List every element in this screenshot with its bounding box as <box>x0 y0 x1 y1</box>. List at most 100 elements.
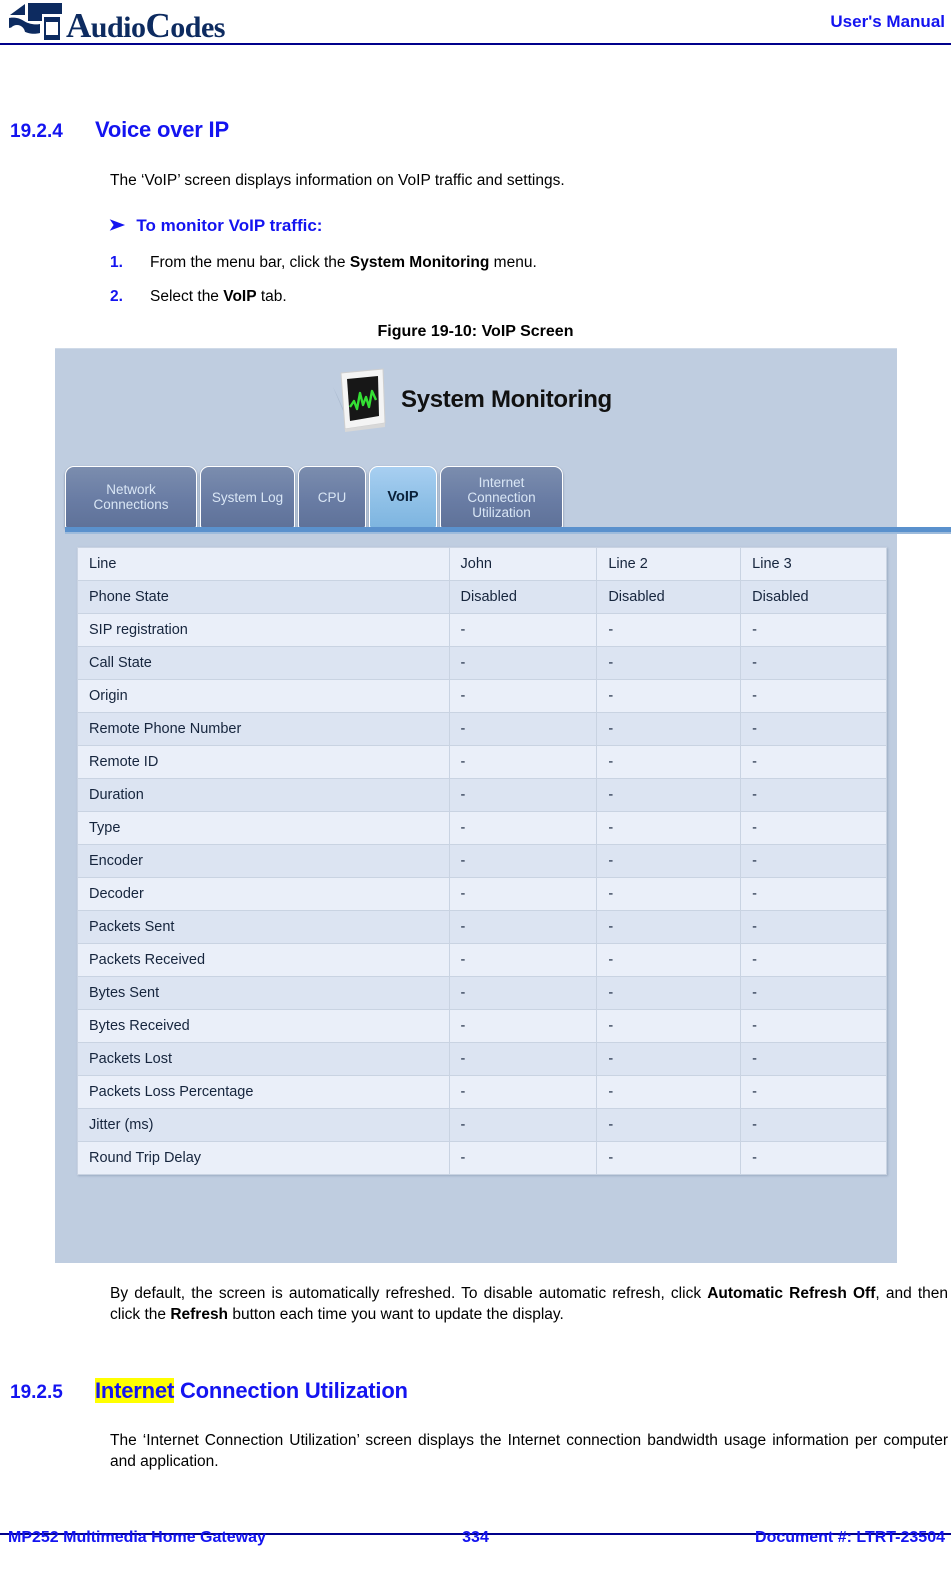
row-value-line3: - <box>740 613 887 647</box>
row-label: Jitter (ms) <box>77 1108 450 1142</box>
row-value-line2: - <box>596 1108 742 1142</box>
row-value-line2: Disabled <box>596 580 742 614</box>
row-label: Packets Loss Percentage <box>77 1075 450 1109</box>
highlighted-word: Internet <box>95 1378 175 1403</box>
table-row: Packets Lost - - - <box>77 1042 887 1076</box>
table-row: Bytes Sent - - - <box>77 976 887 1010</box>
section-title-rest: Connection Utilization <box>174 1378 408 1403</box>
audiocodes-logo-icon <box>8 2 64 42</box>
tab-label: VoIP <box>387 488 419 505</box>
after-figure-paragraph: By default, the screen is automatically … <box>110 1283 948 1325</box>
tab-cpu[interactable]: CPU <box>298 466 366 528</box>
row-label: Bytes Received <box>77 1009 450 1043</box>
row-value-line3: - <box>740 778 887 812</box>
table-row: Bytes Received - - - <box>77 1009 887 1043</box>
row-value-line2: - <box>596 976 742 1010</box>
row-value-line2: Line 2 <box>596 547 742 581</box>
row-value-line1: - <box>448 976 598 1010</box>
row-value-line2: - <box>596 778 742 812</box>
monitor-graph-icon <box>327 367 391 433</box>
row-value-line1: - <box>448 745 598 779</box>
row-value-line1: - <box>448 1075 598 1109</box>
section-heading-internet-connection-utilization: 19.2.5 Internet Connection Utilization <box>0 1378 951 1404</box>
row-label: Packets Sent <box>77 910 450 944</box>
header-doc-type: User's Manual <box>830 12 945 31</box>
row-label: Packets Lost <box>77 1042 450 1076</box>
procedure-heading-label: To monitor VoIP traffic: <box>136 216 323 235</box>
row-value-line2: - <box>596 1009 742 1043</box>
row-value-line3: - <box>740 844 887 878</box>
section-intro-paragraph: The ‘VoIP’ screen displays information o… <box>110 172 565 189</box>
row-value-line3: - <box>740 976 887 1010</box>
row-value-line3: - <box>740 877 887 911</box>
table-row: Type - - - <box>77 811 887 845</box>
voip-statistics-table: Line John Line 2 Line 3 Phone State Disabled… <box>77 547 887 1175</box>
after-figure-part1: By default, the screen is automatically … <box>110 1285 708 1302</box>
row-label: Phone State <box>77 580 450 614</box>
row-value-line3: - <box>740 943 887 977</box>
row-value-line3: - <box>740 646 887 680</box>
row-value-line2: - <box>596 613 742 647</box>
row-value-line1: - <box>448 778 598 812</box>
row-value-line1: - <box>448 1009 598 1043</box>
row-value-line1: - <box>448 943 598 977</box>
brand-letter-c: C <box>145 6 171 45</box>
screenshot-banner: System Monitoring <box>55 349 897 462</box>
procedure-step-1: 1. From the menu bar, click the System M… <box>110 253 930 273</box>
row-label: Decoder <box>77 877 450 911</box>
table-row: Call State - - - <box>77 646 887 680</box>
row-value-line3: - <box>740 1075 887 1109</box>
row-value-line1: - <box>448 1108 598 1142</box>
tab-label: System Log <box>211 489 284 505</box>
table-row: Round Trip Delay - - - <box>77 1141 887 1175</box>
automatic-refresh-off-label: Automatic Refresh Off <box>707 1285 876 1302</box>
tab-voip[interactable]: VoIP <box>369 466 437 528</box>
row-value-line1: - <box>448 712 598 746</box>
row-label: Call State <box>77 646 450 680</box>
row-value-line1: - <box>448 679 598 713</box>
table-row: Packets Received - - - <box>77 943 887 977</box>
table-row: Remote Phone Number - - - <box>77 712 887 746</box>
row-value-line2: - <box>596 811 742 845</box>
table-row: Packets Loss Percentage - - - <box>77 1075 887 1109</box>
row-value-line2: - <box>596 745 742 779</box>
step-text-bold: System Monitoring <box>349 254 490 271</box>
tab-internet-connection-utilization[interactable]: Internet Connection Utilization <box>440 466 563 528</box>
tab-label: Network Connections <box>93 482 169 512</box>
row-label: Remote Phone Number <box>77 712 450 746</box>
tab-strip-underline-light <box>65 532 951 534</box>
row-label: Duration <box>77 778 450 812</box>
footer-document-id: Document #: LTRT-23504 <box>755 1529 945 1546</box>
row-value-line3: - <box>740 1042 887 1076</box>
step-text-suffix: menu. <box>489 254 537 271</box>
row-label: Type <box>77 811 450 845</box>
tab-network-connections[interactable]: Network Connections <box>65 466 197 528</box>
row-value-line3: - <box>740 811 887 845</box>
row-value-line3: - <box>740 1009 887 1043</box>
row-value-line1: - <box>448 910 598 944</box>
step-number: 2. <box>110 288 123 305</box>
tab-system-log[interactable]: System Log <box>200 466 295 528</box>
step-text-prefix: Select the <box>150 288 224 305</box>
row-value-line2: - <box>596 1042 742 1076</box>
screenshot-app-header: System Monitoring <box>327 367 612 433</box>
brand-logo: AudioCodes <box>8 2 225 45</box>
brand-letter-a: A <box>66 6 91 45</box>
row-value-line2: - <box>596 646 742 680</box>
row-label: Bytes Sent <box>77 976 450 1010</box>
step-text: Select the VoIP tab. <box>150 287 930 307</box>
row-value-line1: John <box>448 547 598 581</box>
row-label: Origin <box>77 679 450 713</box>
tab-label: Internet Connection Utilization <box>467 474 536 520</box>
row-value-line2: - <box>596 943 742 977</box>
section-title: Internet Connection Utilization <box>95 1378 408 1404</box>
row-value-line1: - <box>448 1141 598 1175</box>
table-row: Packets Sent - - - <box>77 910 887 944</box>
section-number: 19.2.5 <box>10 1382 63 1403</box>
table-row: Line John Line 2 Line 3 <box>77 547 887 581</box>
figure-caption: Figure 19-10: VoIP Screen <box>377 323 574 340</box>
row-value-line2: - <box>596 1141 742 1175</box>
row-value-line1: - <box>448 613 598 647</box>
section-title: Voice over IP <box>95 117 229 142</box>
row-value-line3: - <box>740 1141 887 1175</box>
